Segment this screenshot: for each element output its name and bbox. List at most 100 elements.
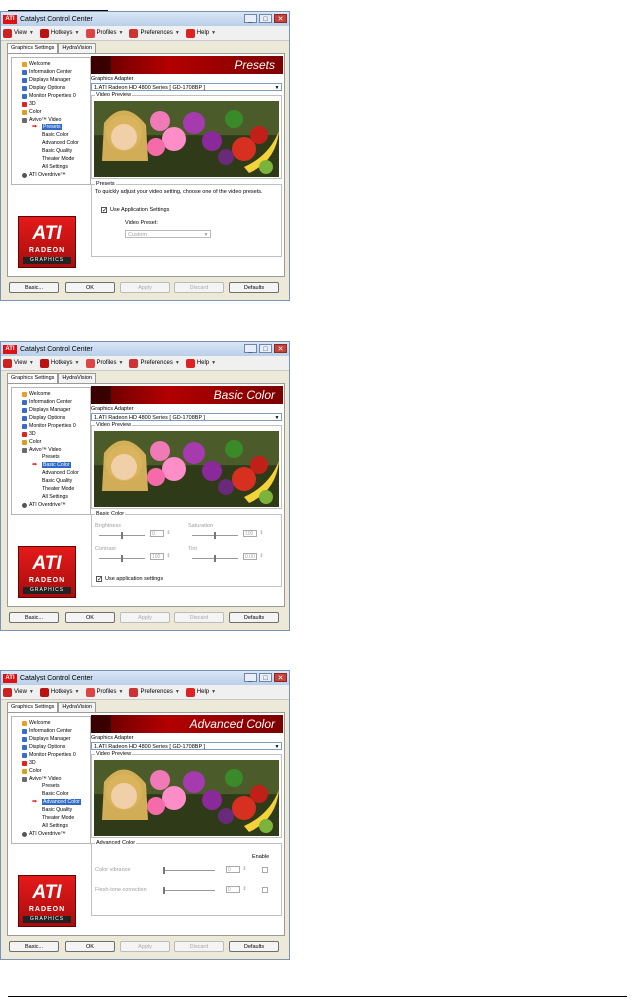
tree-item[interactable]: Avivo™ Video bbox=[22, 117, 61, 123]
slider-thumb[interactable] bbox=[163, 887, 165, 894]
color-vibrance-enable-checkbox[interactable] bbox=[262, 867, 268, 873]
toolbar-preferences-button[interactable]: Preferences ▼ bbox=[129, 28, 180, 38]
ok-button[interactable]: OK bbox=[65, 941, 115, 952]
tree-item[interactable]: All Settings bbox=[42, 823, 68, 829]
maximize-button[interactable]: □ bbox=[259, 14, 272, 23]
tree-item[interactable]: Welcome bbox=[22, 61, 51, 67]
flesh-tone-value-field[interactable]: 0 bbox=[226, 886, 240, 893]
tree-item[interactable]: Information Center bbox=[22, 728, 72, 734]
graphics-adapter-select[interactable]: 1.ATI Radeon HD 4800 Series [ GD-1708BP … bbox=[91, 83, 282, 91]
toolbar-help-button[interactable]: Help ▼ bbox=[185, 687, 216, 697]
tree-item[interactable]: Presets bbox=[42, 124, 62, 130]
defaults-button[interactable]: Defaults bbox=[229, 941, 279, 952]
color-vibrance-slider[interactable] bbox=[163, 867, 215, 874]
tree-item[interactable]: ATI Overdrive™ bbox=[22, 831, 66, 837]
tree-item[interactable]: Display Options bbox=[22, 744, 65, 750]
tree-item[interactable]: Basic Quality bbox=[42, 807, 72, 813]
tab-hydravision[interactable]: HydraVision bbox=[58, 43, 96, 53]
defaults-button[interactable]: Defaults bbox=[229, 612, 279, 623]
tree-item[interactable]: Avivo™ Video bbox=[22, 447, 61, 453]
use-app-settings-checkbox[interactable]: ✓ bbox=[101, 207, 107, 214]
tree-item[interactable]: Advanced Color bbox=[42, 140, 79, 146]
tree-item[interactable]: Monitor Properties 0 bbox=[22, 752, 76, 758]
saturation-slider[interactable] bbox=[192, 532, 238, 539]
tree-item[interactable]: Theater Mode bbox=[42, 156, 74, 162]
toolbar-hotkeys-button[interactable]: Hotkeys ▼ bbox=[39, 358, 80, 368]
close-button[interactable]: ✕ bbox=[274, 673, 287, 682]
spinner-icon[interactable]: ⇕ bbox=[166, 530, 171, 537]
tree-item[interactable]: Basic Color bbox=[42, 462, 71, 468]
close-button[interactable]: ✕ bbox=[274, 344, 287, 353]
tree-item[interactable]: 3D bbox=[22, 101, 36, 107]
tree-item[interactable]: Presets bbox=[42, 783, 60, 789]
ok-button[interactable]: OK bbox=[65, 612, 115, 623]
tree-item[interactable]: Monitor Properties 0 bbox=[22, 93, 76, 99]
basic-button[interactable]: Basic... bbox=[9, 612, 59, 623]
tab-hydravision[interactable]: HydraVision bbox=[58, 373, 96, 383]
slider-thumb[interactable] bbox=[121, 555, 123, 562]
toolbar-help-button[interactable]: Help ▼ bbox=[185, 28, 216, 38]
basic-button[interactable]: Basic... bbox=[9, 941, 59, 952]
toolbar-view-button[interactable]: View ▼ bbox=[3, 687, 34, 697]
brightness-value-field[interactable]: 0 bbox=[150, 530, 164, 537]
video-preset-select[interactable]: Custom ▼ bbox=[125, 230, 211, 238]
slider-thumb[interactable] bbox=[121, 532, 123, 539]
tab-graphics-settings[interactable]: Graphics Settings bbox=[7, 373, 59, 383]
graphics-adapter-select[interactable]: 1.ATI Radeon HD 4800 Series [ GD-1708BP … bbox=[91, 742, 282, 750]
tree-item[interactable]: Welcome bbox=[22, 391, 51, 397]
minimize-button[interactable]: _ bbox=[244, 14, 257, 23]
tree-item[interactable]: Displays Manager bbox=[22, 77, 71, 83]
toolbar-preferences-button[interactable]: Preferences ▼ bbox=[129, 358, 180, 368]
tree-item[interactable]: Advanced Color bbox=[42, 470, 79, 476]
slider-thumb[interactable] bbox=[214, 555, 216, 562]
tree-item[interactable]: Information Center bbox=[22, 399, 72, 405]
tint-slider[interactable] bbox=[192, 555, 238, 562]
maximize-button[interactable]: □ bbox=[259, 673, 272, 682]
slider-thumb[interactable] bbox=[163, 867, 165, 874]
tree-item[interactable]: Advanced Color bbox=[42, 799, 81, 805]
toolbar-help-button[interactable]: Help ▼ bbox=[185, 358, 216, 368]
tree-item[interactable]: Basic Quality bbox=[42, 148, 72, 154]
saturation-value-field[interactable]: 100 bbox=[243, 530, 257, 537]
toolbar-profiles-button[interactable]: Profiles ▼ bbox=[85, 687, 123, 697]
minimize-button[interactable]: _ bbox=[244, 673, 257, 682]
tree-item[interactable]: All Settings bbox=[42, 164, 68, 170]
contrast-value-field[interactable]: 100 bbox=[150, 553, 164, 560]
spinner-icon[interactable]: ⇕ bbox=[166, 553, 171, 560]
tab-hydravision[interactable]: HydraVision bbox=[58, 702, 96, 712]
toolbar-view-button[interactable]: View ▼ bbox=[3, 28, 34, 38]
tab-graphics-settings[interactable]: Graphics Settings bbox=[7, 702, 59, 712]
tree-item[interactable]: 3D bbox=[22, 760, 36, 766]
minimize-button[interactable]: _ bbox=[244, 344, 257, 353]
tree-item[interactable]: Display Options bbox=[22, 85, 65, 91]
tree-item[interactable]: Presets bbox=[42, 454, 60, 460]
tree-item[interactable]: 3D bbox=[22, 431, 36, 437]
color-vibrance-value-field[interactable]: 0 bbox=[226, 866, 240, 873]
tree-item[interactable]: Color bbox=[22, 768, 41, 774]
tab-graphics-settings[interactable]: Graphics Settings bbox=[7, 43, 59, 53]
toolbar-hotkeys-button[interactable]: Hotkeys ▼ bbox=[39, 28, 80, 38]
basic-button[interactable]: Basic... bbox=[9, 282, 59, 293]
use-app-settings-checkbox[interactable]: ✓ bbox=[96, 576, 102, 583]
discard-button[interactable]: Discard bbox=[174, 941, 224, 952]
tree-item[interactable]: Avivo™ Video bbox=[22, 776, 61, 782]
apply-button[interactable]: Apply bbox=[120, 941, 170, 952]
apply-button[interactable]: Apply bbox=[120, 612, 170, 623]
spinner-icon[interactable]: ⇕ bbox=[242, 886, 247, 893]
tree-item[interactable]: ATI Overdrive™ bbox=[22, 502, 66, 508]
discard-button[interactable]: Discard bbox=[174, 612, 224, 623]
flesh-tone-enable-checkbox[interactable] bbox=[262, 887, 268, 893]
toolbar-profiles-button[interactable]: Profiles ▼ bbox=[85, 28, 123, 38]
tree-item[interactable]: Welcome bbox=[22, 720, 51, 726]
tree-item[interactable]: Information Center bbox=[22, 69, 72, 75]
maximize-button[interactable]: □ bbox=[259, 344, 272, 353]
graphics-adapter-select[interactable]: 1.ATI Radeon HD 4800 Series [ GD-1708BP … bbox=[91, 413, 282, 421]
spinner-icon[interactable]: ⇕ bbox=[242, 866, 247, 873]
tree-item[interactable]: All Settings bbox=[42, 494, 68, 500]
spinner-icon[interactable]: ⇕ bbox=[259, 553, 264, 560]
tree-item[interactable]: Theater Mode bbox=[42, 486, 74, 492]
brightness-slider[interactable] bbox=[99, 532, 145, 539]
tree-item[interactable]: Color bbox=[22, 439, 41, 445]
toolbar-profiles-button[interactable]: Profiles ▼ bbox=[85, 358, 123, 368]
tree-item[interactable]: Displays Manager bbox=[22, 736, 71, 742]
